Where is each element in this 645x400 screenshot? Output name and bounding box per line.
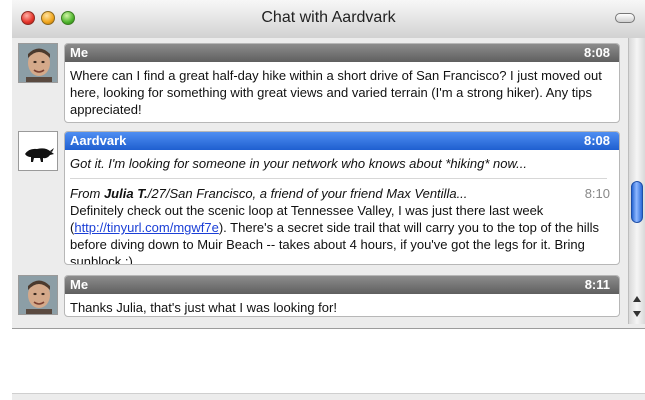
message-input[interactable] — [12, 328, 645, 394]
user-avatar — [18, 275, 58, 315]
message-text: Where can I find a great half-day hike w… — [70, 68, 602, 117]
scroll-down-icon[interactable] — [633, 311, 641, 317]
reply-detail: /27/San Francisco, a friend of your frie… — [147, 186, 468, 201]
person-icon — [19, 276, 57, 314]
message-header: Aardvark 8:08 — [65, 132, 619, 150]
aardvark-icon — [19, 132, 57, 170]
message-item: Me 8:08 Where can I find a great half-da… — [18, 43, 620, 123]
aardvark-avatar — [18, 131, 58, 171]
reply-prefix: From — [70, 186, 104, 201]
reply-attribution: 8:10 From Julia T./27/San Francisco, a f… — [70, 185, 611, 202]
status-line: Got it. I'm looking for someone in your … — [70, 156, 527, 171]
user-avatar — [18, 43, 58, 83]
chat-transcript: Me 8:08 Where can I find a great half-da… — [12, 38, 628, 324]
message-content: Got it. I'm looking for someone in your … — [65, 150, 619, 264]
message-time: 8:08 — [583, 45, 610, 60]
message-bubble: Aardvark 8:08 Got it. I'm looking for so… — [64, 131, 620, 265]
sender-name: Me — [70, 277, 89, 292]
message-time: 8:11 — [584, 277, 610, 292]
reply-link[interactable]: http://tinyurl.com/mgwf7e — [74, 220, 219, 235]
message-header: Me 8:08 — [65, 44, 619, 62]
sender-name: Aardvark — [70, 133, 127, 148]
scrollbar-thumb[interactable] — [631, 181, 643, 223]
chat-window: Chat with Aardvark Me 8:08 Where can I f… — [12, 0, 645, 400]
scroll-up-icon[interactable] — [633, 296, 641, 302]
message-time: 8:08 — [583, 133, 610, 148]
sender-name: Me — [70, 45, 89, 60]
message-bubble: Me 8:11 Thanks Julia, that's just what I… — [64, 275, 620, 317]
window-title: Chat with Aardvark — [261, 9, 396, 26]
message-item: Me 8:11 Thanks Julia, that's just what I… — [18, 275, 620, 317]
reply-author: Julia T. — [103, 186, 148, 201]
reply-text: Definitely check out the scenic loop at … — [70, 202, 611, 264]
reply-time: 8:10 — [584, 186, 610, 201]
title-bar: Chat with Aardvark — [12, 0, 645, 39]
toolbar-toggle-button[interactable] — [615, 13, 635, 23]
message-text: Thanks Julia, that's just what I was loo… — [70, 300, 337, 315]
message-bubble: Me 8:08 Where can I find a great half-da… — [64, 43, 620, 123]
person-icon — [19, 44, 57, 82]
chat-scrollbar[interactable] — [628, 38, 645, 324]
message-header: Me 8:11 — [65, 276, 619, 294]
message-item: Aardvark 8:08 Got it. I'm looking for so… — [18, 131, 620, 265]
divider — [70, 178, 607, 179]
